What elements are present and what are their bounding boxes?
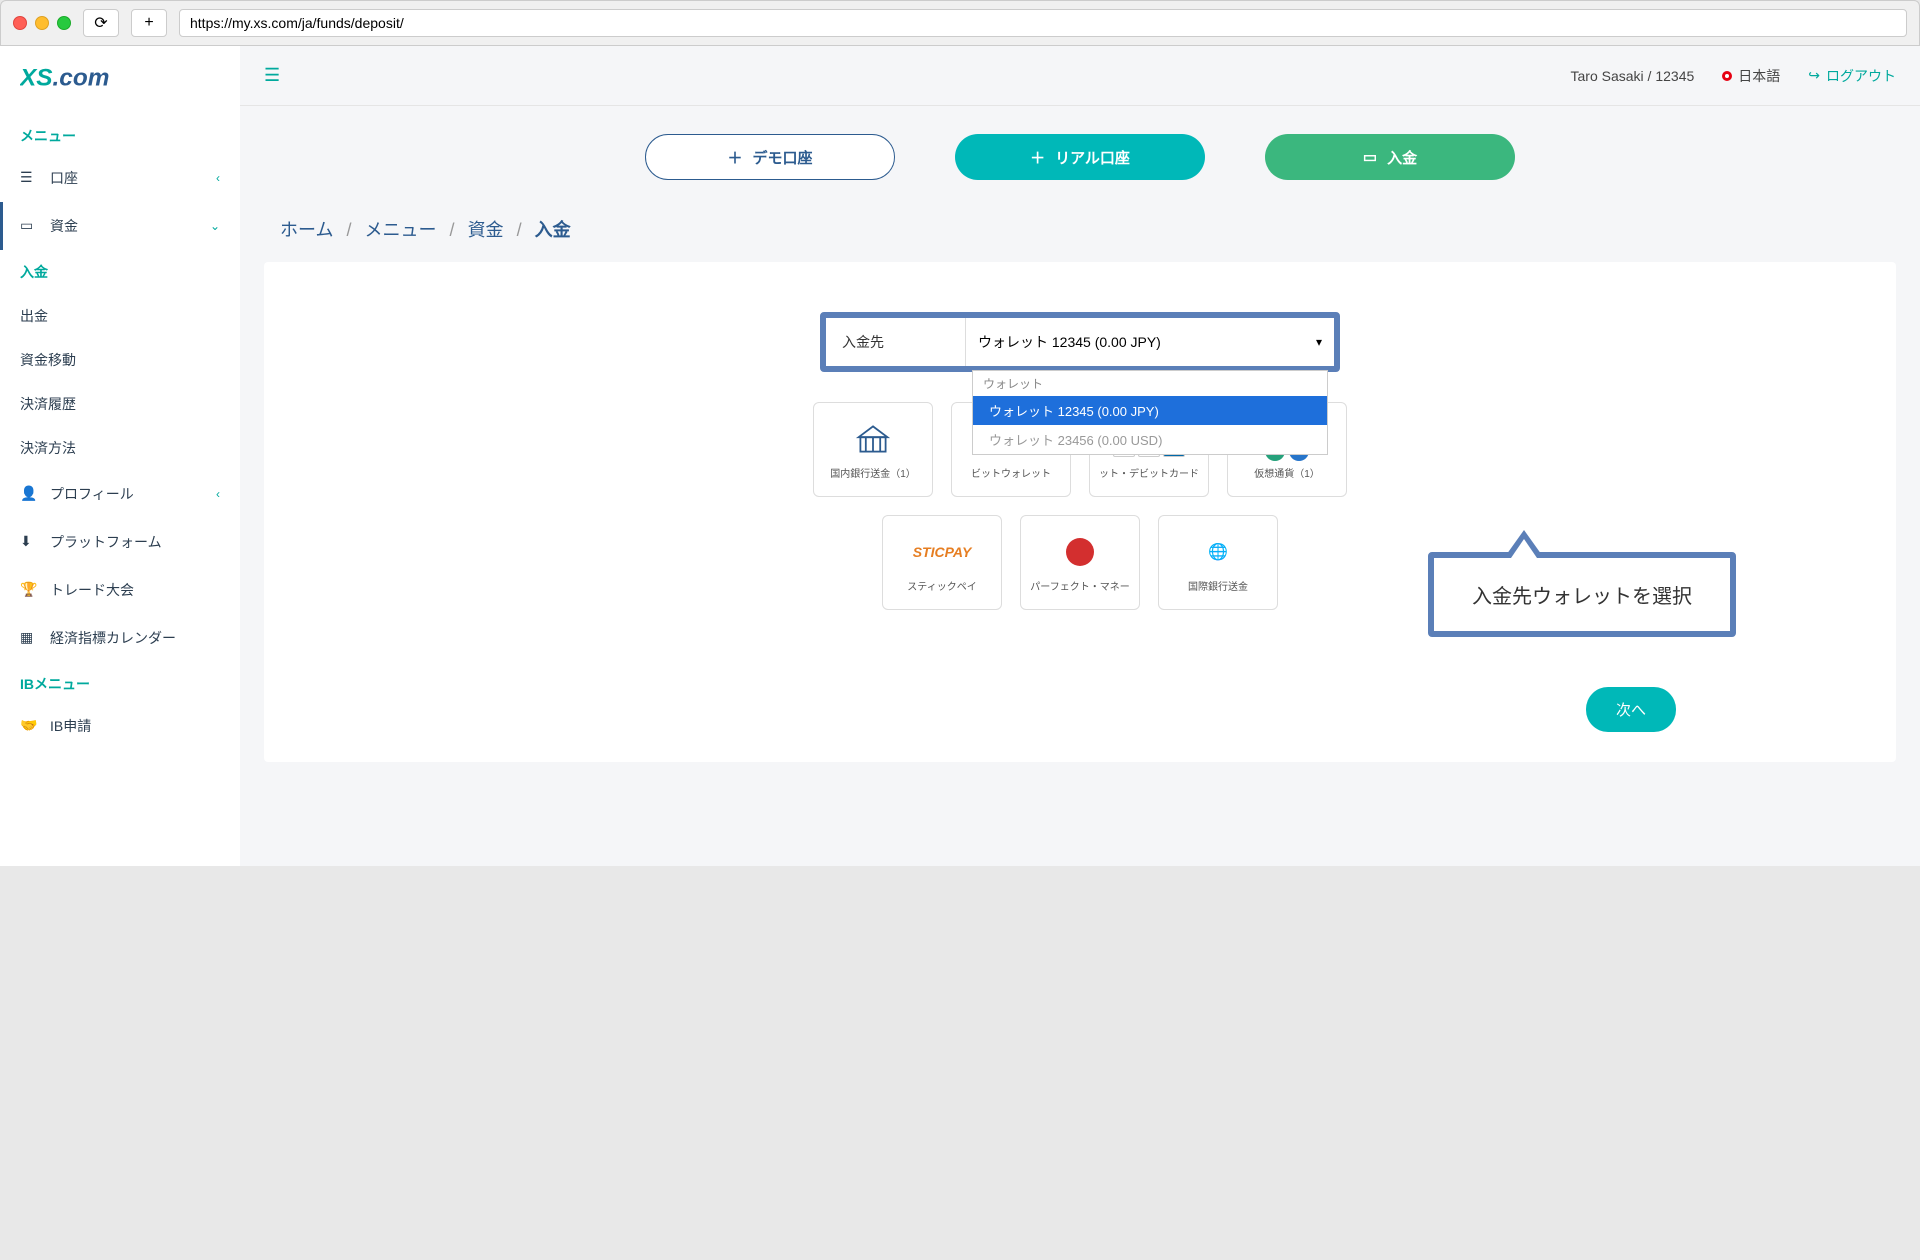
svg-text:XS.com: XS.com	[20, 64, 109, 91]
list-icon: ☰	[20, 169, 38, 186]
sidebar-item-calendar[interactable]: ▦ 経済指標カレンダー	[0, 614, 240, 662]
minimize-window-icon[interactable]	[35, 16, 49, 30]
breadcrumb-sep: /	[450, 220, 455, 240]
trophy-icon: 🏆	[20, 581, 38, 598]
sidebar-label: トレード大会	[50, 580, 134, 600]
destination-dropdown: ウォレット ウォレット 12345 (0.00 JPY) ウォレット 23456…	[972, 370, 1328, 455]
sidebar-label: プロフィール	[50, 484, 134, 504]
globe-bank-icon: 🌐	[1208, 532, 1228, 572]
plus-icon: ＋	[1030, 147, 1045, 168]
sticpay-logo-icon: STICPAY	[913, 532, 972, 572]
deposit-button[interactable]: ▭ 入金	[1265, 134, 1515, 180]
breadcrumb: ホーム / メニュー / 資金 / 入金	[240, 208, 1920, 262]
chevron-left-icon: ‹	[216, 487, 220, 501]
button-label: リアル口座	[1055, 147, 1130, 168]
demo-account-button[interactable]: ＋ デモ口座	[645, 134, 895, 180]
breadcrumb-sep: /	[346, 220, 351, 240]
sidebar-item-funds[interactable]: ▭ 資金 ⌄	[0, 202, 240, 250]
sidebar-item-profile[interactable]: 👤 プロフィール ‹	[0, 470, 240, 518]
action-row: ＋ デモ口座 ＋ リアル口座 ▭ 入金	[240, 106, 1920, 208]
sidebar-sub-history[interactable]: 決済履歴	[0, 382, 240, 426]
instruction-callout: 入金先ウォレットを選択	[1428, 552, 1736, 637]
card-icon: ▭	[1363, 148, 1377, 166]
dropdown-option[interactable]: ウォレット 23456 (0.00 USD)	[973, 425, 1327, 454]
topbar: ☰ Taro Sasaki / 12345 日本語 ↪ ログアウト	[240, 46, 1920, 106]
browser-chrome: ⟳ +	[0, 0, 1920, 46]
logout-icon: ↪	[1808, 67, 1820, 84]
method-label: ビットウォレット	[971, 465, 1051, 480]
button-label: デモ口座	[753, 147, 813, 168]
chevron-down-icon: ⌄	[210, 219, 220, 233]
method-label: ット・デビットカード	[1099, 465, 1199, 480]
plus-icon: ＋	[727, 147, 742, 168]
download-icon: ⬇	[20, 533, 38, 550]
traffic-lights	[13, 16, 71, 30]
method-sticpay[interactable]: STICPAY スティックペイ	[882, 515, 1002, 610]
calendar-icon: ▦	[20, 629, 38, 646]
button-label: 入金	[1387, 147, 1417, 168]
destination-selector-highlight: 入金先 ウォレット 12345 (0.00 JPY) ウォレット ウォレット 1…	[820, 312, 1340, 372]
real-account-button[interactable]: ＋ リアル口座	[955, 134, 1205, 180]
method-label: 国際銀行送金	[1188, 578, 1248, 593]
method-label: 国内銀行送金（1）	[830, 465, 916, 480]
menu-section-header: メニュー	[0, 114, 240, 154]
sidebar-label: 資金	[50, 216, 78, 236]
method-perfect-money[interactable]: パーフェクト・マネー	[1020, 515, 1140, 610]
sidebar-label: IB申請	[50, 716, 91, 736]
sidebar-item-accounts[interactable]: ☰ 口座 ‹	[0, 154, 240, 202]
destination-label: 入金先	[826, 318, 966, 366]
user-icon: 👤	[20, 485, 38, 502]
next-button[interactable]: 次へ	[1586, 687, 1676, 732]
breadcrumb-home[interactable]: ホーム	[280, 220, 333, 240]
sidebar-sub-withdraw[interactable]: 出金	[0, 294, 240, 338]
sidebar-label: プラットフォーム	[50, 532, 162, 552]
url-bar[interactable]	[179, 9, 1907, 37]
language-label: 日本語	[1738, 66, 1780, 86]
method-intl-bank[interactable]: 🌐 国際銀行送金	[1158, 515, 1278, 610]
sidebar-sub-methods[interactable]: 決済方法	[0, 426, 240, 470]
breadcrumb-sep: /	[517, 220, 522, 240]
breadcrumb-current: 入金	[535, 220, 571, 240]
sidebar-label: 経済指標カレンダー	[50, 628, 176, 648]
dropdown-option[interactable]: ウォレット 12345 (0.00 JPY)	[973, 396, 1327, 425]
method-label: パーフェクト・マネー	[1030, 578, 1129, 593]
sidebar-label: 口座	[50, 168, 78, 188]
sidebar-item-contest[interactable]: 🏆 トレード大会	[0, 566, 240, 614]
sidebar-sub-deposit[interactable]: 入金	[0, 250, 240, 294]
japan-flag-icon	[1722, 71, 1732, 81]
perfect-money-icon	[1066, 532, 1094, 572]
breadcrumb-funds[interactable]: 資金	[468, 220, 504, 240]
method-label: 仮想通貨（1）	[1254, 465, 1320, 480]
method-label: スティックペイ	[907, 578, 976, 593]
hamburger-icon[interactable]: ☰	[264, 65, 280, 86]
sidebar: XS.com メニュー ☰ 口座 ‹ ▭ 資金 ⌄ 入金 出金 資金移動 決済履…	[0, 46, 240, 866]
logo[interactable]: XS.com	[0, 46, 240, 114]
callout-arrow-icon	[1504, 530, 1544, 558]
new-tab-button[interactable]: +	[131, 9, 167, 37]
method-domestic-bank[interactable]: 国内銀行送金（1）	[813, 402, 933, 497]
wallet-icon: ▭	[20, 217, 38, 234]
close-window-icon[interactable]	[13, 16, 27, 30]
sidebar-item-platform[interactable]: ⬇ プラットフォーム	[0, 518, 240, 566]
breadcrumb-menu[interactable]: メニュー	[365, 220, 437, 240]
language-selector[interactable]: 日本語	[1722, 66, 1780, 86]
logout-label: ログアウト	[1826, 66, 1896, 86]
menu-section-header-ib: IBメニュー	[0, 662, 240, 702]
chevron-left-icon: ‹	[216, 171, 220, 185]
logout-button[interactable]: ↪ ログアウト	[1808, 66, 1896, 86]
maximize-window-icon[interactable]	[57, 16, 71, 30]
sidebar-item-ib[interactable]: 🤝 IB申請	[0, 702, 240, 750]
callout-text: 入金先ウォレットを選択	[1472, 586, 1692, 608]
user-info[interactable]: Taro Sasaki / 12345	[1571, 68, 1695, 84]
main-content: ☰ Taro Sasaki / 12345 日本語 ↪ ログアウト ＋ デモ口座…	[240, 46, 1920, 866]
sidebar-sub-transfer[interactable]: 資金移動	[0, 338, 240, 382]
dropdown-group-label: ウォレット	[973, 371, 1327, 396]
deposit-panel: 入金先 ウォレット 12345 (0.00 JPY) ウォレット ウォレット 1…	[264, 262, 1896, 762]
reload-button[interactable]: ⟳	[83, 9, 119, 37]
bank-icon	[855, 419, 891, 459]
destination-select[interactable]: ウォレット 12345 (0.00 JPY)	[966, 319, 1173, 365]
handshake-icon: 🤝	[20, 717, 38, 734]
